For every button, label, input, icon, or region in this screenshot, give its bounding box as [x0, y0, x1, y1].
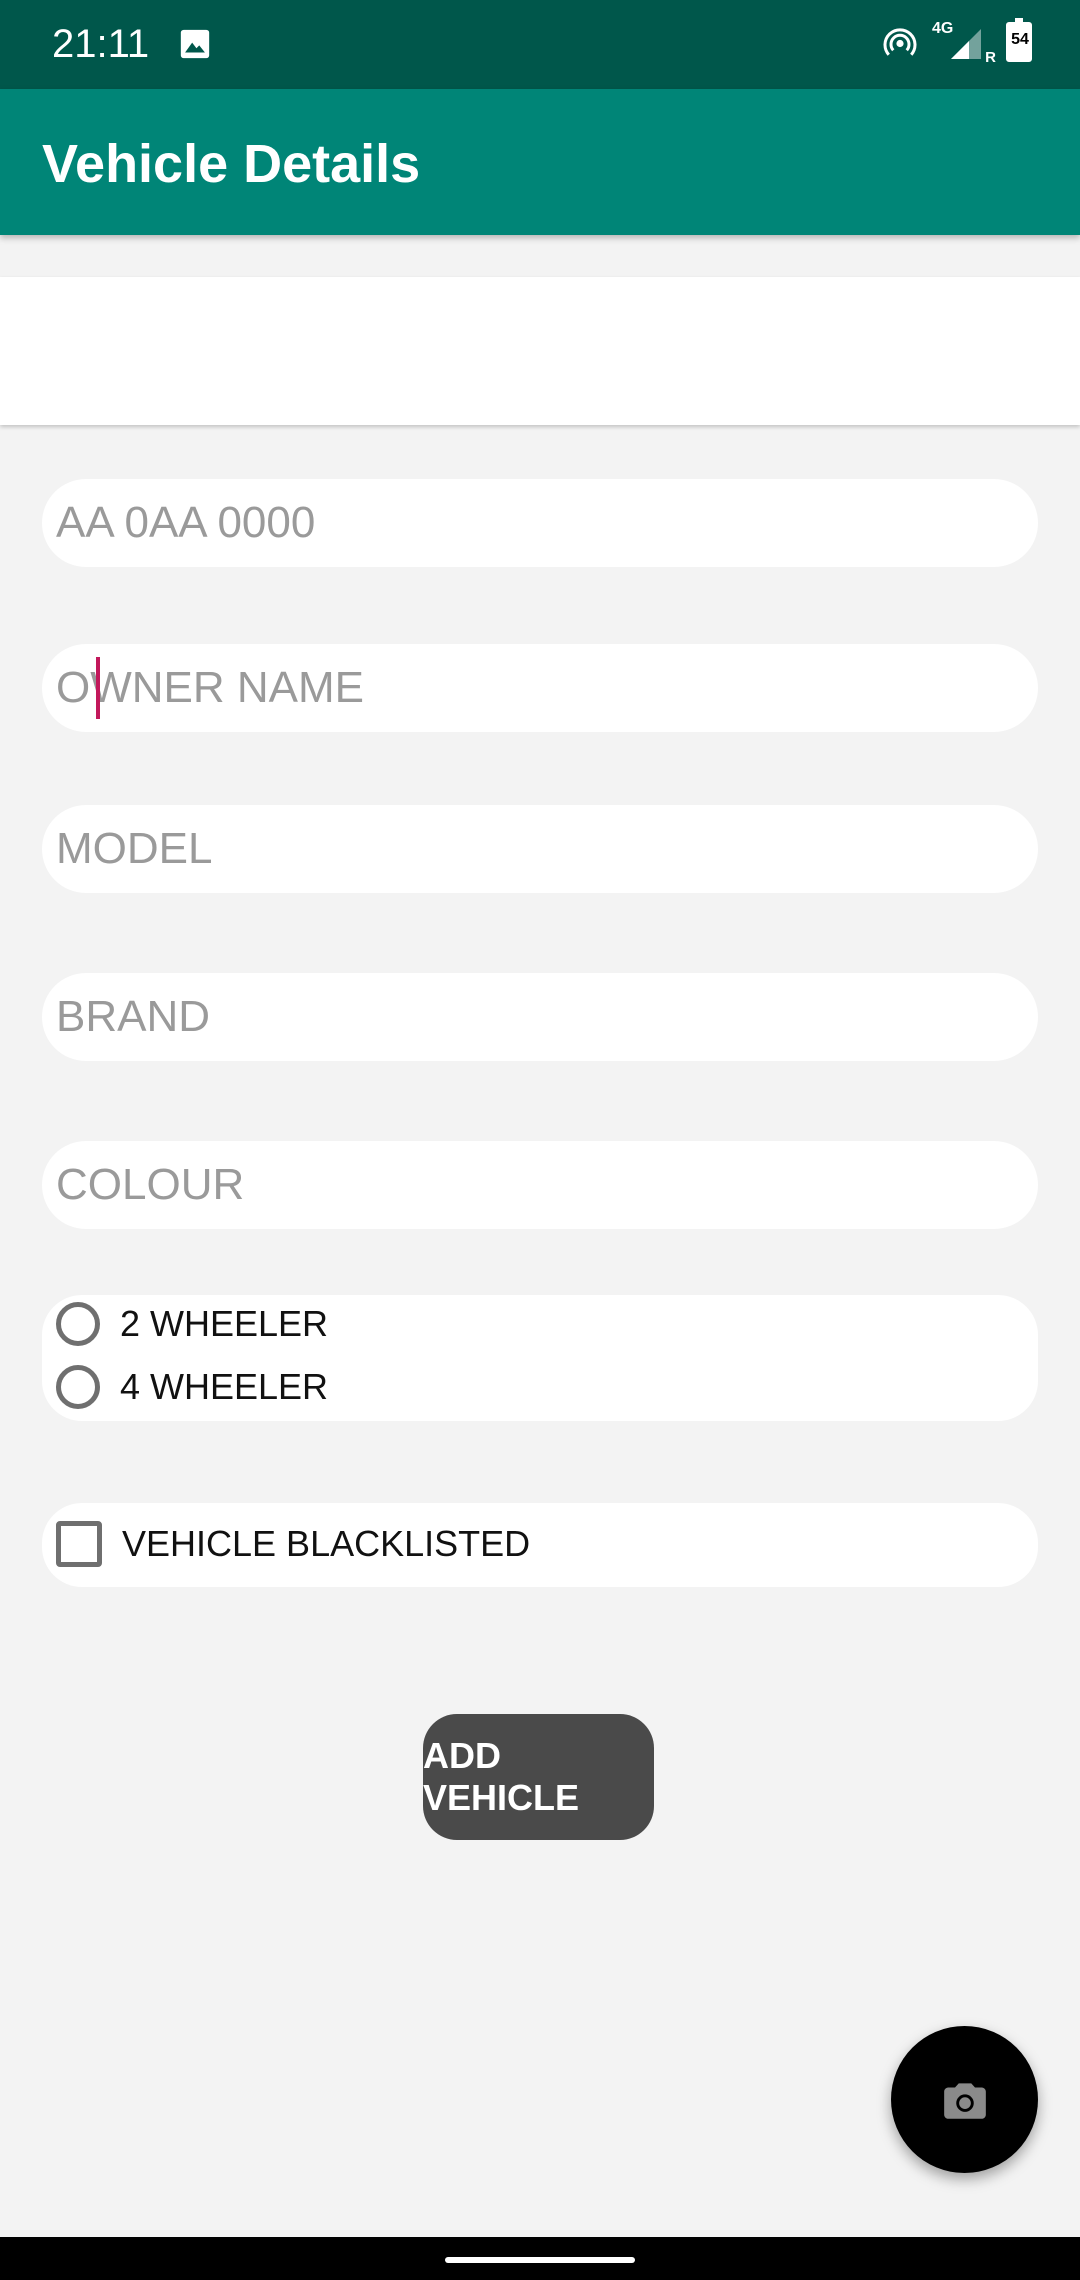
owner-field-container [42, 644, 1038, 732]
registration-field-container [42, 479, 1038, 567]
radio-label: 2 WHEELER [120, 1303, 329, 1344]
owner-name-input[interactable] [56, 644, 1016, 732]
blacklisted-container: VEHICLE BLACKLISTED [42, 1503, 1038, 1587]
roaming-label: R [985, 49, 996, 66]
radio-option-4-wheeler[interactable]: 4 WHEELER [56, 1365, 328, 1409]
status-bar: 21:11 4G R 54 [0, 0, 1080, 89]
model-input[interactable] [56, 805, 1016, 893]
model-field-container [42, 805, 1038, 893]
home-gesture-handle[interactable] [445, 2257, 635, 2263]
signal-icon: 4G R [932, 20, 996, 66]
battery-level: 54 [1011, 31, 1029, 48]
radio-button[interactable] [56, 1302, 100, 1346]
registration-number-input[interactable] [56, 479, 1016, 567]
blacklisted-checkbox[interactable] [56, 1521, 102, 1567]
colour-field-container [42, 1141, 1038, 1229]
blacklisted-label: VEHICLE BLACKLISTED [122, 1523, 531, 1564]
camera-fab-button[interactable] [891, 2026, 1038, 2173]
status-time: 21:11 [52, 22, 150, 66]
battery-icon: 54 [1006, 18, 1032, 62]
navigation-bar [0, 2237, 1080, 2280]
hotspot-icon [883, 28, 917, 56]
gallery-icon [180, 29, 210, 59]
signal-bars-icon [951, 29, 981, 59]
brand-input[interactable] [56, 973, 1016, 1061]
radio-button[interactable] [56, 1365, 100, 1409]
blacklisted-row[interactable]: VEHICLE BLACKLISTED [56, 1521, 530, 1567]
status-icons: 4G R 54 [882, 18, 1032, 66]
radio-option-2-wheeler[interactable]: 2 WHEELER [56, 1302, 328, 1346]
camera-icon [943, 2082, 986, 2119]
brand-field-container [42, 973, 1038, 1061]
page-title: Vehicle Details [42, 134, 421, 194]
add-vehicle-button[interactable]: ADD VEHICLE [423, 1714, 654, 1840]
text-cursor [96, 657, 100, 719]
blank-panel [0, 277, 1080, 425]
colour-input[interactable] [56, 1141, 1016, 1229]
app-bar: Vehicle Details [0, 89, 1080, 235]
radio-label: 4 WHEELER [120, 1366, 329, 1407]
wheeler-radio-group: 2 WHEELER 4 WHEELER [42, 1295, 1038, 1421]
